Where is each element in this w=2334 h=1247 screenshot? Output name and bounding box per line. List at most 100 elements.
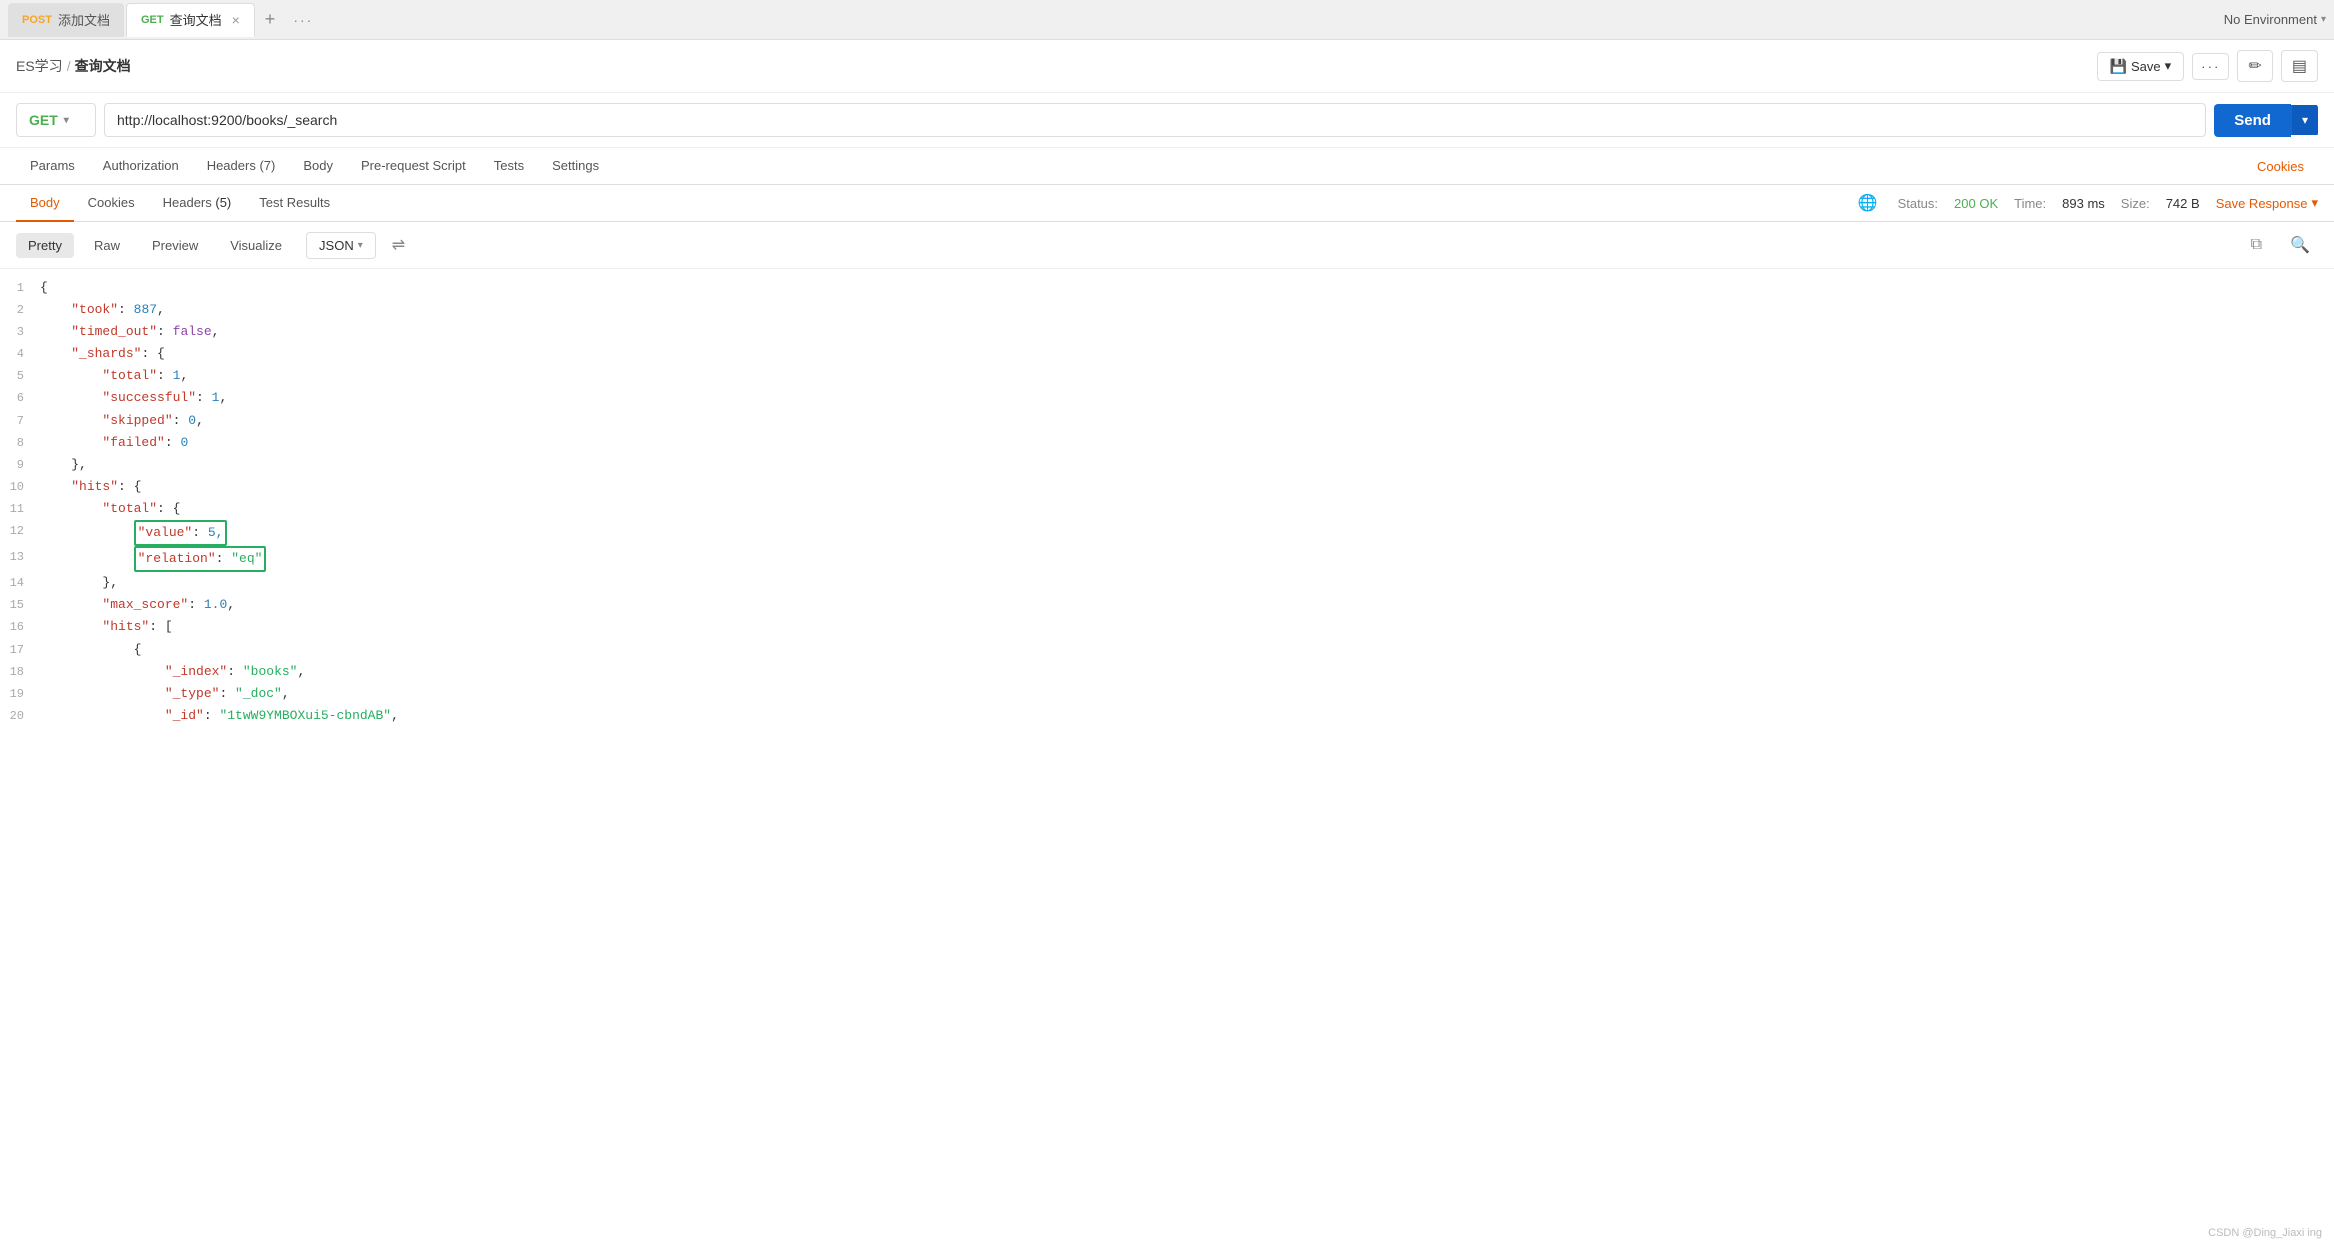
line-content: "timed_out": false, (40, 321, 2330, 343)
save-icon: 💾 (2110, 58, 2127, 75)
tab-headers-label: Headers (207, 158, 256, 173)
tab-prerequest[interactable]: Pre-request Script (347, 148, 480, 185)
cookies-link[interactable]: Cookies (2243, 149, 2318, 184)
search-icon: 🔍 (2290, 237, 2310, 254)
line-content: "skipped": 0, (40, 410, 2330, 432)
format-preview-button[interactable]: Preview (140, 233, 210, 258)
tab-params[interactable]: Params (16, 148, 89, 185)
line-content: "_type": "_doc", (40, 683, 2330, 705)
line-number: 20 (4, 705, 40, 726)
tab-body[interactable]: Body (289, 148, 347, 185)
save-chevron-icon: ▾ (2165, 58, 2172, 74)
tab-authorization[interactable]: Authorization (89, 148, 193, 185)
send-main-button[interactable]: Send (2214, 104, 2291, 137)
format-visualize-button[interactable]: Visualize (218, 233, 294, 258)
url-input[interactable] (104, 103, 2206, 137)
highlighted-value: "value": 5, (134, 520, 228, 546)
main-content: ES学习 / 查询文档 💾 Save ▾ ··· ✏ ▤ GET ▾ S (0, 40, 2334, 1247)
method-chevron-icon: ▾ (64, 115, 69, 126)
line-number: 16 (4, 616, 40, 637)
send-button-group: Send ▾ (2214, 104, 2318, 137)
line-content: "successful": 1, (40, 387, 2330, 409)
tab-headers[interactable]: Headers (7) (193, 148, 290, 185)
line-content: "hits": [ (40, 616, 2330, 638)
tab-close-button[interactable]: × (232, 12, 240, 28)
json-line: 4 "_shards": { (0, 343, 2334, 365)
tab-bar: POST 添加文档 GET 查询文档 × + ··· No Environmen… (0, 0, 2334, 40)
json-line: 5 "total": 1, (0, 365, 2334, 387)
save-label: Save (2131, 59, 2161, 74)
format-pretty-button[interactable]: Pretty (16, 233, 74, 258)
method-badge-post: POST (22, 14, 52, 26)
search-button[interactable]: 🔍 (2282, 231, 2318, 259)
breadcrumb-current: 查询文档 (75, 56, 131, 76)
info-icon: ▤ (2292, 58, 2307, 75)
method-badge-get: GET (141, 14, 164, 26)
json-viewer: 1{2 "took": 887,3 "timed_out": false,4 "… (0, 269, 2334, 1247)
json-line: 12 "value": 5, (0, 520, 2334, 546)
format-dropdown[interactable]: JSON ▾ (306, 232, 376, 259)
resp-tab-testresults[interactable]: Test Results (245, 185, 344, 222)
json-line: 15 "max_score": 1.0, (0, 594, 2334, 616)
response-status: 🌐 Status: 200 OK Time: 893 ms Size: 742 … (1858, 193, 2318, 213)
tab-tests[interactable]: Tests (480, 148, 538, 185)
line-content: "failed": 0 (40, 432, 2330, 454)
json-line: 3 "timed_out": false, (0, 321, 2334, 343)
line-number: 8 (4, 432, 40, 453)
env-label: No Environment (2224, 12, 2317, 27)
resp-tab-cookies[interactable]: Cookies (74, 185, 149, 222)
resp-tab-headers-label: Headers (163, 195, 212, 210)
format-dropdown-chevron-icon: ▾ (358, 240, 363, 251)
line-content: "_id": "1twW9YMBOXui5-cbndAB", (40, 705, 2330, 727)
line-number: 4 (4, 343, 40, 364)
json-line: 6 "successful": 1, (0, 387, 2334, 409)
line-number: 12 (4, 520, 40, 541)
tab-get[interactable]: GET 查询文档 × (126, 3, 255, 37)
env-selector[interactable]: No Environment ▾ (2224, 12, 2326, 27)
save-response-button[interactable]: Save Response ▾ (2216, 195, 2318, 211)
method-selector[interactable]: GET ▾ (16, 103, 96, 137)
response-section: Body Cookies Headers (5) Test Results 🌐 … (0, 185, 2334, 1247)
tab-add-button[interactable]: + (257, 9, 284, 30)
line-number: 18 (4, 661, 40, 682)
watermark: CSDN @Ding_Jiaxi ing (2208, 1227, 2322, 1239)
breadcrumb: ES学习 / 查询文档 (16, 56, 131, 76)
line-content: }, (40, 454, 2330, 476)
line-number: 11 (4, 498, 40, 519)
line-number: 13 (4, 546, 40, 567)
line-content: "relation": "eq" (40, 546, 2330, 572)
copy-icon: ⧉ (2251, 236, 2262, 253)
json-line: 17 { (0, 639, 2334, 661)
send-chevron-button[interactable]: ▾ (2291, 105, 2318, 135)
line-number: 19 (4, 683, 40, 704)
json-line: 16 "hits": [ (0, 616, 2334, 638)
line-number: 17 (4, 639, 40, 660)
status-value: 200 OK (1954, 196, 1998, 211)
json-line: 8 "failed": 0 (0, 432, 2334, 454)
line-content: "hits": { (40, 476, 2330, 498)
more-button[interactable]: ··· (2192, 53, 2229, 80)
format-raw-button[interactable]: Raw (82, 233, 132, 258)
line-number: 2 (4, 299, 40, 320)
tab-settings[interactable]: Settings (538, 148, 613, 185)
copy-button[interactable]: ⧉ (2243, 232, 2270, 258)
resp-tab-body[interactable]: Body (16, 185, 74, 222)
line-content: "_index": "books", (40, 661, 2330, 683)
tab-more-button[interactable]: ··· (285, 12, 321, 28)
save-response-chevron-icon: ▾ (2311, 195, 2318, 211)
resp-tab-headers[interactable]: Headers (5) (149, 185, 246, 222)
line-number: 9 (4, 454, 40, 475)
breadcrumb-separator: / (67, 58, 71, 74)
tab-headers-count: (7) (259, 158, 275, 173)
edit-icon-button[interactable]: ✏ (2237, 50, 2272, 82)
info-icon-button[interactable]: ▤ (2281, 50, 2318, 82)
tab-post[interactable]: POST 添加文档 (8, 3, 124, 37)
globe-icon: 🌐 (1858, 193, 1878, 213)
resp-headers-count: (5) (215, 195, 231, 210)
request-tabs: Params Authorization Headers (7) Body Pr… (0, 148, 2334, 185)
save-button[interactable]: 💾 Save ▾ (2097, 52, 2185, 81)
wrap-icon-button[interactable]: ⇌ (384, 230, 413, 260)
json-line: 18 "_index": "books", (0, 661, 2334, 683)
json-line: 13 "relation": "eq" (0, 546, 2334, 572)
edit-icon: ✏ (2248, 58, 2261, 75)
